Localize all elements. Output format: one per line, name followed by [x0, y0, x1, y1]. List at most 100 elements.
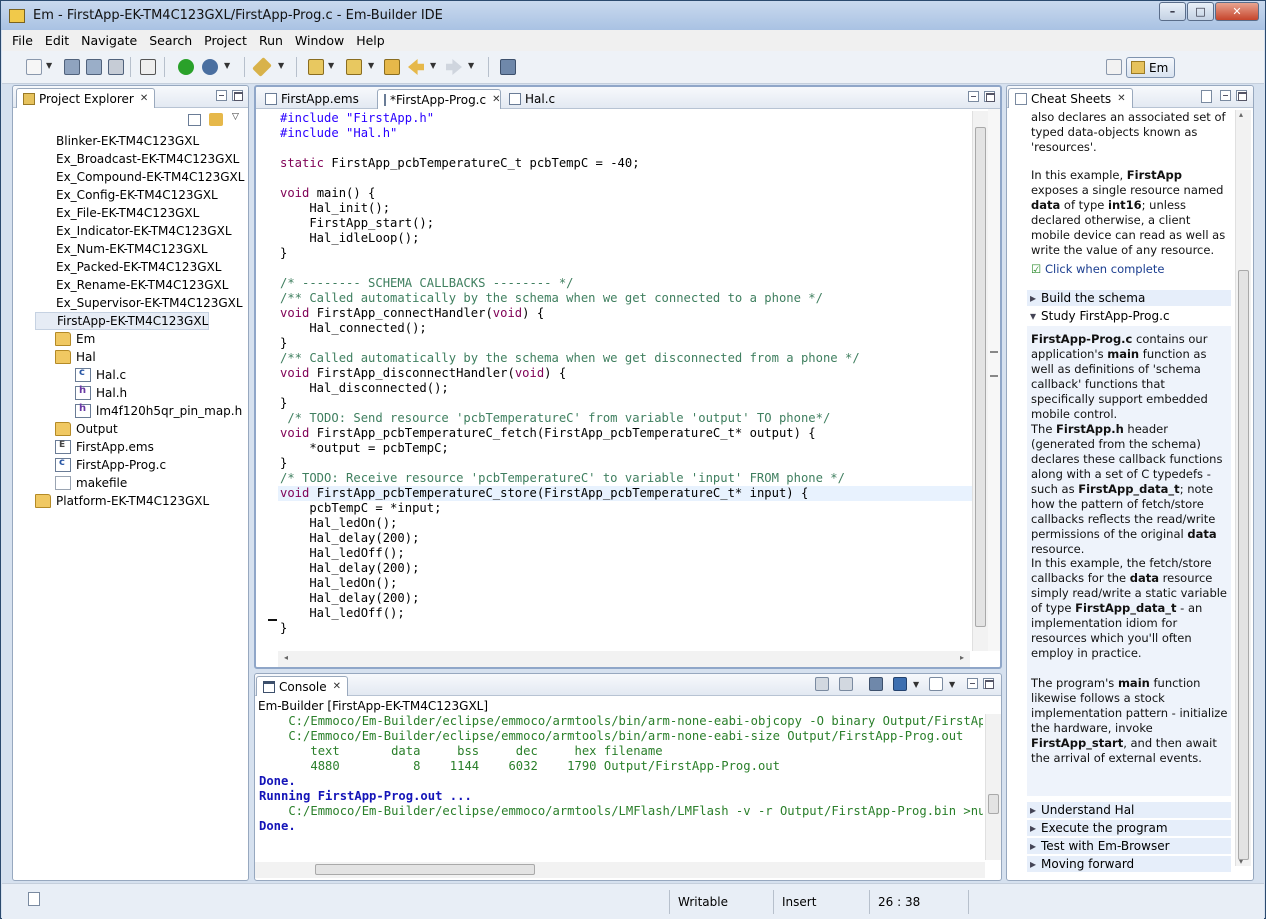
tab-cheat-sheets[interactable]: Cheat Sheets ✕: [1008, 88, 1133, 108]
tree-item[interactable]: Hal: [55, 348, 96, 366]
view-menu-icon[interactable]: ▽: [232, 112, 239, 122]
menu-navigate[interactable]: Navigate: [75, 33, 143, 48]
tab-console[interactable]: Console ✕: [256, 676, 349, 696]
close-icon[interactable]: ✕: [140, 93, 148, 104]
console-output[interactable]: C:/Emmoco/Em-Builder/eclipse/emmoco/armt…: [259, 714, 983, 860]
cheat-section-3[interactable]: Execute the program: [1027, 820, 1231, 836]
close-icon[interactable]: ✕: [1117, 93, 1125, 104]
remove-launch-icon[interactable]: [815, 677, 829, 691]
cheat-section-1[interactable]: Study FirstApp-Prog.c: [1027, 308, 1231, 324]
tree-item[interactable]: Ex_Packed-EK-TM4C123GXL: [35, 258, 221, 276]
prev-annotation-dropdown-icon[interactable]: ▼: [368, 61, 374, 70]
tree-item[interactable]: Ex_Config-EK-TM4C123GXL: [35, 186, 218, 204]
minimize-view-icon[interactable]: [216, 90, 227, 101]
tree-item[interactable]: FirstApp.ems: [55, 438, 154, 456]
cheat-section-4[interactable]: Test with Em-Browser: [1027, 838, 1231, 854]
minimize-editor-icon[interactable]: [968, 91, 979, 102]
editor-horizontal-scrollbar[interactable]: ◂ ▸: [278, 651, 970, 667]
next-annotation-icon[interactable]: [308, 59, 324, 75]
console-vertical-scrollbar[interactable]: [985, 714, 1001, 860]
tree-item[interactable]: Platform-EK-TM4C123GXL: [35, 492, 209, 510]
cheat-sheet-menu-icon[interactable]: [1201, 90, 1212, 103]
pin-console-icon[interactable]: [869, 677, 883, 691]
tab-editor-2[interactable]: Hal.c: [503, 89, 579, 109]
console-horizontal-scrollbar[interactable]: [255, 862, 985, 878]
fast-view-icon[interactable]: [28, 892, 40, 906]
close-icon[interactable]: ✕: [492, 94, 500, 105]
new-dropdown-icon[interactable]: ▼: [46, 61, 52, 70]
tree-item[interactable]: Ex_Indicator-EK-TM4C123GXL: [35, 222, 232, 240]
scroll-right-icon[interactable]: ▸: [960, 653, 964, 662]
back-dropdown-icon[interactable]: ▼: [430, 61, 436, 70]
menu-help[interactable]: Help: [350, 33, 391, 48]
tree-item[interactable]: Blinker-EK-TM4C123GXL: [35, 132, 199, 150]
tree-item[interactable]: Ex_File-EK-TM4C123GXL: [35, 204, 199, 222]
scroll-left-icon[interactable]: ◂: [284, 653, 288, 662]
cheat-scroll-down-icon[interactable]: ▾: [1239, 857, 1243, 866]
menu-window[interactable]: Window: [289, 33, 350, 48]
tree-item[interactable]: Ex_Rename-EK-TM4C123GXL: [35, 276, 228, 294]
tree-item[interactable]: Output: [55, 420, 118, 438]
cheat-section-2[interactable]: Understand Hal: [1027, 802, 1231, 818]
console-hscroll-thumb[interactable]: [315, 864, 535, 875]
cheat-section-5[interactable]: Moving forward: [1027, 856, 1231, 872]
minimize-console-icon[interactable]: [967, 678, 978, 689]
run-icon[interactable]: [178, 59, 194, 75]
save-all-icon[interactable]: [86, 59, 102, 75]
forward-dropdown-icon[interactable]: ▼: [468, 61, 474, 70]
maximize-cheat-icon[interactable]: [1236, 90, 1247, 101]
tree-item[interactable]: Ex_Num-EK-TM4C123GXL: [35, 240, 208, 258]
display-console-icon[interactable]: [893, 677, 907, 691]
save-icon[interactable]: [64, 59, 80, 75]
tree-item[interactable]: Ex_Broadcast-EK-TM4C123GXL: [35, 150, 239, 168]
tree-item[interactable]: lm4f120h5qr_pin_map.h: [75, 402, 242, 420]
pin-editor-icon[interactable]: [500, 59, 516, 75]
editor-vertical-scrollbar[interactable]: [972, 111, 988, 651]
new-icon[interactable]: [26, 59, 42, 75]
tree-item[interactable]: Hal.c: [75, 366, 126, 384]
tab-editor-0[interactable]: FirstApp.ems: [259, 89, 375, 109]
menu-edit[interactable]: Edit: [39, 33, 75, 48]
tool-dropdown-icon[interactable]: ▼: [278, 61, 284, 70]
maximize-view-icon[interactable]: [232, 90, 243, 101]
tree-item[interactable]: FirstApp-EK-TM4C123GXL: [35, 312, 210, 330]
back-icon[interactable]: [408, 59, 424, 75]
maximize-editor-icon[interactable]: [984, 91, 995, 102]
debug-icon[interactable]: [202, 59, 218, 75]
menu-project[interactable]: Project: [198, 33, 253, 48]
last-edit-icon[interactable]: [384, 59, 400, 75]
open-perspective-icon[interactable]: [1106, 59, 1122, 75]
menu-search[interactable]: Search: [143, 33, 198, 48]
tool-icon[interactable]: [252, 57, 272, 77]
print-icon[interactable]: [108, 59, 124, 75]
menu-run[interactable]: Run: [253, 33, 289, 48]
tree-item[interactable]: Em: [55, 330, 95, 348]
minimize-cheat-icon[interactable]: [1220, 90, 1231, 101]
next-annotation-dropdown-icon[interactable]: ▼: [328, 61, 334, 70]
tree-item[interactable]: Ex_Compound-EK-TM4C123GXL: [35, 168, 244, 186]
close-button[interactable]: ✕: [1215, 2, 1259, 21]
prev-annotation-icon[interactable]: [346, 59, 362, 75]
binary-icon[interactable]: [140, 59, 156, 75]
click-when-complete-link[interactable]: ☑ Click when complete: [1031, 262, 1231, 277]
tree-item[interactable]: Hal.h: [75, 384, 127, 402]
cheat-section-0[interactable]: Build the schema: [1027, 290, 1231, 306]
link-with-editor-icon[interactable]: [209, 113, 223, 126]
display-console-dropdown-icon[interactable]: ▼: [913, 680, 919, 689]
open-console-dropdown-icon[interactable]: ▼: [949, 680, 955, 689]
menu-file[interactable]: File: [6, 33, 39, 48]
cheat-scroll-up-icon[interactable]: ▴: [1239, 110, 1243, 119]
tab-project-explorer[interactable]: Project Explorer ✕: [16, 88, 156, 108]
run-dropdown-icon[interactable]: ▼: [224, 61, 230, 70]
tab-editor-1[interactable]: *FirstApp-Prog.c ✕: [377, 89, 501, 109]
open-console-icon[interactable]: [929, 677, 943, 691]
em-perspective-button[interactable]: Em: [1126, 57, 1176, 78]
collapse-all-icon[interactable]: [188, 114, 201, 126]
tree-item[interactable]: Ex_Supervisor-EK-TM4C123GXL: [35, 294, 243, 312]
clear-console-icon[interactable]: [839, 677, 853, 691]
maximize-console-icon[interactable]: [983, 678, 994, 689]
minimize-button[interactable]: –: [1159, 2, 1186, 21]
forward-icon[interactable]: [446, 59, 462, 75]
maximize-button[interactable]: □: [1187, 2, 1214, 21]
cheat-vertical-scrollbar[interactable]: ▴ ▾: [1235, 110, 1251, 866]
